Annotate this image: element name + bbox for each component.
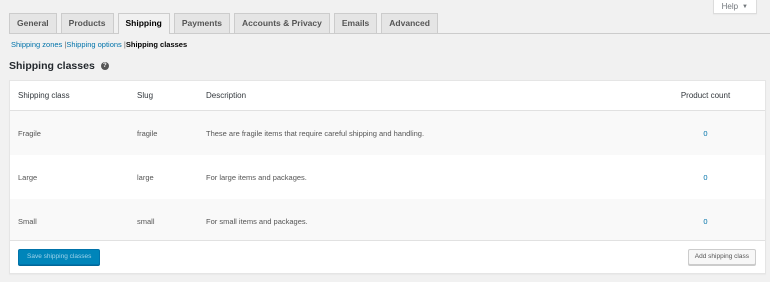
table-row[interactable]: Large large For large items and packages… (10, 155, 765, 199)
cell-description: These are fragile items that require car… (206, 128, 425, 138)
cell-product-count-link[interactable]: 0 (680, 173, 731, 182)
tab-general[interactable]: General (9, 13, 57, 33)
table-row[interactable]: Fragile fragile These are fragile items … (10, 111, 765, 155)
table-row[interactable]: Small small For small items and packages… (10, 199, 765, 243)
cell-slug: fragile (137, 128, 158, 138)
tab-shipping[interactable]: Shipping (117, 13, 170, 34)
header-product-count: Product count (680, 91, 731, 100)
cell-shipping-class: Fragile (18, 128, 41, 138)
shipping-subnav: Shipping zones |Shipping options |Shippi… (11, 40, 187, 49)
help-button[interactable]: Help ▼ (712, 0, 757, 14)
cell-description: For small items and packages. (206, 216, 308, 226)
tab-payments[interactable]: Payments (173, 13, 231, 33)
table-footer: Save shipping classes Add shipping class (10, 240, 765, 273)
header-slug: Slug (137, 91, 154, 100)
caret-down-icon: ▼ (742, 4, 748, 10)
tab-advanced[interactable]: Advanced (381, 13, 438, 33)
add-shipping-class-button[interactable]: Add shipping class (687, 249, 756, 265)
cell-shipping-class: Small (18, 216, 37, 226)
cell-description: For large items and packages. (206, 172, 307, 182)
header-description: Description (206, 91, 247, 100)
tab-accounts-privacy[interactable]: Accounts & Privacy (234, 13, 330, 33)
tab-products[interactable]: Products (60, 13, 114, 33)
save-shipping-classes-button[interactable]: Save shipping classes (18, 249, 101, 265)
cell-slug: small (137, 216, 155, 226)
subnav-shipping-classes: Shipping classes (125, 40, 188, 49)
header-shipping-class: Shipping class (18, 91, 70, 100)
subnav-shipping-options[interactable]: Shipping options (66, 40, 121, 49)
help-tip-icon[interactable]: ? (100, 62, 109, 70)
cell-product-count-link[interactable]: 0 (680, 217, 731, 226)
subnav-shipping-zones[interactable]: Shipping zones (11, 40, 62, 49)
settings-tabs: General Products Shipping Payments Accou… (9, 13, 770, 34)
page-title: Shipping classes ? (9, 60, 109, 72)
shipping-classes-table: Shipping class Slug Description Product … (9, 80, 766, 274)
cell-slug: large (137, 172, 154, 182)
help-label: Help (721, 2, 739, 11)
cell-shipping-class: Large (18, 172, 38, 182)
section-title-text: Shipping classes (9, 60, 95, 72)
tab-emails[interactable]: Emails (333, 13, 378, 33)
table-header: Shipping class Slug Description Product … (10, 81, 765, 111)
cell-product-count-link[interactable]: 0 (680, 129, 731, 138)
